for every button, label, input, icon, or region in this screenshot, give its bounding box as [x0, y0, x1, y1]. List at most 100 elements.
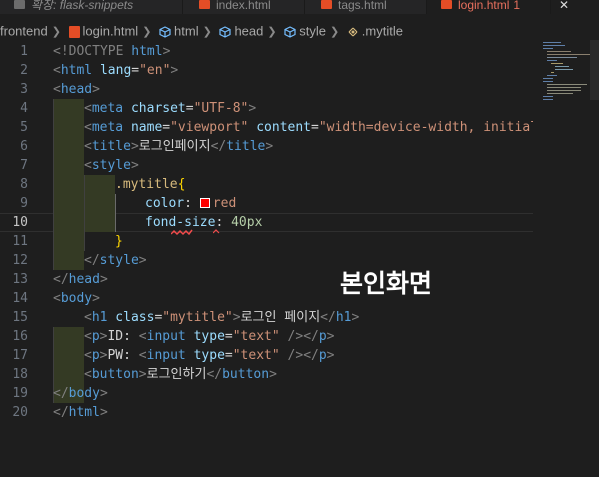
- code-line: <meta name="viewport" content="width=dev…: [84, 120, 546, 135]
- color-swatch-red[interactable]: [199, 198, 210, 208]
- vertical-scrollbar[interactable]: [590, 40, 599, 100]
- line-number: 5: [20, 120, 28, 135]
- html5-icon: [321, 0, 332, 9]
- minimap[interactable]: [533, 40, 599, 477]
- minimap-line: [555, 66, 569, 67]
- code-line: <title>로그인페이지</title>: [84, 139, 274, 154]
- minimap-line: [551, 63, 563, 64]
- line-number: 15: [12, 310, 28, 325]
- indent-guide: [84, 175, 115, 232]
- tab-index-html[interactable]: index.html: [183, 0, 305, 14]
- html5-icon: [441, 0, 452, 9]
- line-number: 8: [20, 177, 28, 192]
- minimap-line: [543, 78, 553, 79]
- breadcrumb-style[interactable]: style: [299, 24, 326, 39]
- breadcrumb-selector[interactable]: .mytitle: [362, 24, 403, 39]
- line-number: 3: [20, 82, 28, 97]
- minimap-line: [543, 42, 561, 43]
- line-number: 12: [12, 253, 28, 268]
- minimap-line: [555, 69, 573, 70]
- tab-tags-html[interactable]: tags.html: [305, 0, 427, 14]
- line-number: 14: [12, 291, 28, 306]
- minimap-line: [547, 60, 557, 61]
- code-line: <meta charset="UTF-8">: [84, 101, 257, 116]
- code-line: <body>: [53, 291, 100, 306]
- line-number: 1: [20, 44, 28, 59]
- line-number: 19: [12, 386, 28, 401]
- indent-guide: [53, 99, 84, 270]
- tab-close-area: ✕: [551, 0, 599, 14]
- code-line: </style>: [84, 253, 147, 268]
- css-selector-icon: [348, 27, 358, 36]
- tab-login-html[interactable]: login.html 1: [427, 0, 551, 14]
- line-number: 13: [12, 272, 28, 287]
- code-line: </body>: [53, 386, 108, 401]
- breadcrumb-file[interactable]: login.html: [83, 24, 139, 39]
- chevron-right-icon: ❯: [202, 25, 212, 38]
- line-number: 20: [12, 405, 28, 420]
- code-line: <html lang="en">: [53, 63, 179, 78]
- error-squiggle: [171, 229, 193, 236]
- html5-icon: [199, 0, 210, 9]
- minimap-line: [547, 90, 581, 91]
- line-number: 6: [20, 139, 28, 154]
- line-number: 11: [12, 234, 28, 249]
- indent-guide-line-active: [115, 194, 116, 232]
- breadcrumb: frontend ❯ login.html ❯ html ❯ head ❯ style ❯…: [0, 22, 403, 40]
- minimap-line: [543, 99, 553, 100]
- element-cube-icon: [159, 25, 171, 38]
- breadcrumb-head[interactable]: head: [234, 24, 263, 39]
- tab-extension-flask-snippets[interactable]: 확장: flask-snippets: [0, 0, 183, 14]
- minimap-line: [543, 81, 553, 82]
- line-number: 16: [12, 329, 28, 344]
- overlay-annotation: 본인화면: [340, 269, 433, 298]
- minimap-line: [547, 87, 581, 88]
- line-number: 17: [12, 348, 28, 363]
- minimap-line: [543, 48, 553, 49]
- indent-guide-line: [53, 99, 54, 270]
- breadcrumb-html[interactable]: html: [174, 24, 199, 39]
- code-line: <head>: [53, 82, 100, 97]
- line-number: 18: [12, 367, 28, 382]
- code-line: <!DOCTYPE html>: [53, 44, 171, 59]
- chevron-right-icon: ❯: [267, 25, 277, 38]
- element-cube-icon: [284, 25, 296, 38]
- minimap-line: [547, 54, 595, 55]
- minimap-line: [547, 75, 557, 76]
- indent-guide-line: [84, 175, 85, 251]
- minimap-line: [547, 57, 577, 58]
- code-line: <p>ID: <input type="text" /></p>: [84, 329, 335, 344]
- element-cube-icon: [219, 25, 232, 38]
- extension-icon: [14, 0, 25, 9]
- chevron-right-icon: ❯: [51, 25, 61, 38]
- code-line-current: fond-size: 40px: [145, 215, 263, 230]
- line-number: 7: [20, 158, 28, 173]
- code-line: .mytitle{: [115, 177, 186, 192]
- breadcrumb-folder[interactable]: frontend: [0, 24, 48, 39]
- code-line: }: [115, 234, 123, 249]
- chevron-right-icon: ❯: [329, 25, 340, 38]
- editor-tab-bar: 확장: flask-snippets index.html tags.html …: [0, 0, 599, 14]
- code-line: color: red: [145, 196, 237, 211]
- minimap-line: [547, 51, 571, 52]
- line-number: 4: [20, 101, 28, 116]
- code-line: </head>: [53, 272, 108, 287]
- minimap-line: [543, 45, 565, 46]
- chevron-right-icon: ❯: [142, 25, 152, 38]
- minimap-line: [547, 84, 587, 85]
- modified-count: 1: [513, 0, 521, 12]
- code-line: </html>: [53, 405, 108, 420]
- minimap-line: [551, 72, 554, 73]
- warning-squiggle: [213, 229, 220, 234]
- code-line: <p>PW: <input type="text" /></p>: [84, 348, 335, 363]
- code-line: <h1 class="mytitle">로그인 페이지</h1>: [84, 310, 360, 325]
- line-number: 2: [20, 63, 28, 78]
- code-line: <style>: [84, 158, 139, 173]
- minimap-line: [547, 93, 573, 94]
- close-icon[interactable]: ✕: [559, 0, 569, 11]
- line-number-current: 10: [12, 215, 28, 230]
- line-number: 9: [20, 196, 28, 211]
- code-line: <button>로그인하기</button>: [84, 367, 277, 382]
- html5-icon: [68, 25, 80, 38]
- minimap-line: [543, 96, 553, 97]
